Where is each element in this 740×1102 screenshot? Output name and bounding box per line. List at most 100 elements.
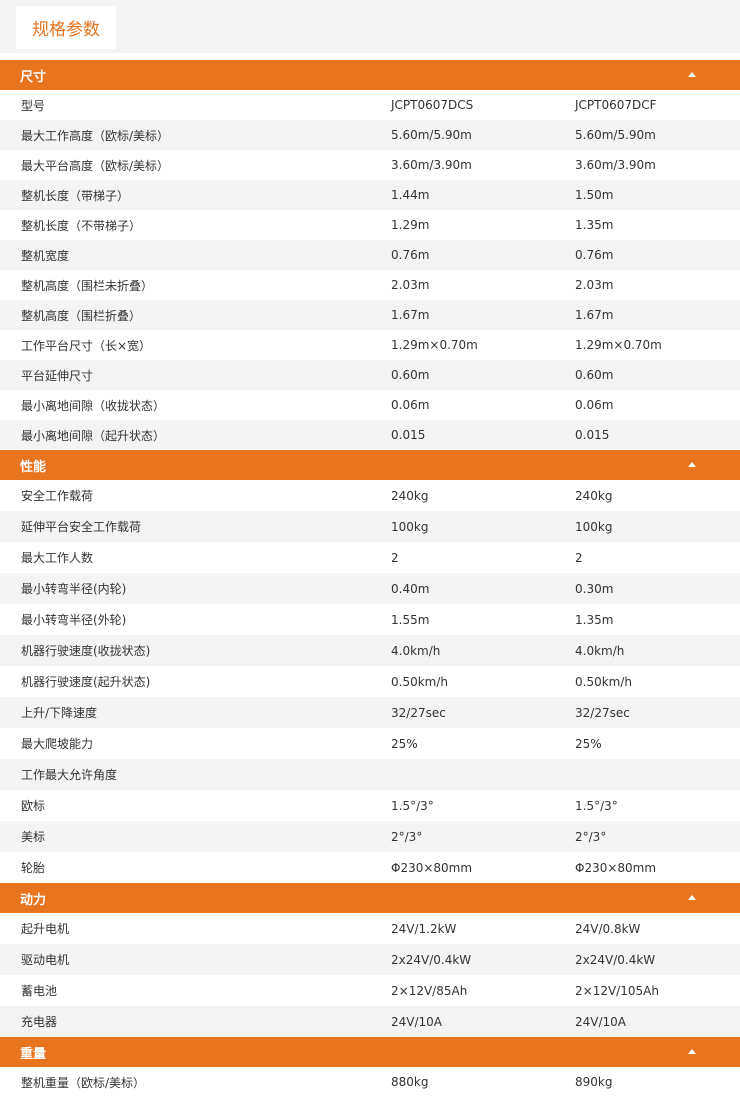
value-model-1: 2.03m bbox=[391, 278, 430, 292]
tab-bar: 规格参数 bbox=[0, 0, 740, 53]
param-label: 整机高度（围栏折叠） bbox=[21, 308, 142, 323]
param-label: 整机重量（欧标/美标） bbox=[21, 1075, 146, 1090]
value-model-1: 0.60m bbox=[391, 368, 430, 382]
section-performance: 性能 安全工作载荷 240kg 240kg 延伸平台安全工作载荷 100kg 100kg 最大… bbox=[0, 450, 740, 883]
value-model-1: 3.60m/3.90m bbox=[391, 158, 472, 172]
table-row: 驱动电机 2x24V/0.4kW 2x24V/0.4kW bbox=[0, 944, 740, 975]
value-model-2: 1.35m bbox=[575, 218, 614, 232]
value-model-1: 1.5°/3° bbox=[391, 798, 434, 813]
table-row: 工作平台尺寸（长×宽） 1.29m×0.70m 1.29m×0.70m bbox=[0, 330, 740, 360]
value-model-2: 1.29m×0.70m bbox=[575, 338, 662, 352]
value-model-1: Φ230×80mm bbox=[391, 860, 473, 875]
table-row: 最小转弯半径(外轮) 1.55m 1.35m bbox=[0, 604, 740, 635]
param-label: 整机高度（围栏未折叠） bbox=[21, 278, 154, 293]
section-title: 尺寸 bbox=[20, 69, 47, 85]
table-row: 最小转弯半径(内轮) 0.40m 0.30m bbox=[0, 573, 740, 604]
param-label: 最大平台高度（欧标/美标） bbox=[21, 158, 170, 173]
param-label: 欧标 bbox=[21, 799, 46, 813]
value-model-2: JCPT0607DCF bbox=[575, 98, 657, 112]
param-label: 机器行驶速度(收拢状态) bbox=[21, 644, 151, 658]
value-model-1: 25% bbox=[391, 736, 418, 751]
collapse-caret-icon[interactable] bbox=[688, 895, 696, 900]
param-label: 最小离地间隙（起升状态） bbox=[21, 428, 166, 443]
table-row: 最大平台高度（欧标/美标） 3.60m/3.90m 3.60m/3.90m bbox=[0, 150, 740, 180]
param-label: 最小转弯半径(内轮) bbox=[21, 582, 127, 596]
value-model-2: 25% bbox=[575, 736, 602, 751]
spec-table: 尺寸型号 JCPT0607DCS JCPT0607DCF 最大工作高度（欧标/美标） 5… bbox=[0, 60, 740, 1097]
value-model-1: 2 bbox=[391, 550, 399, 565]
param-label: 整机长度（不带梯子） bbox=[21, 218, 142, 233]
table-row: 整机长度（不带梯子） 1.29m 1.35m bbox=[0, 210, 740, 240]
value-model-2: 4.0km/h bbox=[575, 643, 625, 658]
param-label: 最大爬坡能力 bbox=[21, 737, 94, 751]
value-model-1: 2×12V/85Ah bbox=[391, 983, 468, 998]
table-row: 整机宽度 0.76m 0.76m bbox=[0, 240, 740, 270]
param-label: 工作平台尺寸（长×宽） bbox=[21, 338, 152, 353]
section-header[interactable]: 性能 bbox=[0, 450, 740, 480]
table-row: 整机重量（欧标/美标） 880kg 890kg bbox=[0, 1067, 740, 1097]
value-model-2: 2.03m bbox=[575, 278, 614, 292]
value-model-2: 3.60m/3.90m bbox=[575, 158, 656, 172]
value-model-1: 880kg bbox=[391, 1075, 429, 1089]
param-label: 机器行驶速度(起升状态) bbox=[21, 675, 151, 689]
param-label: 蓄电池 bbox=[21, 984, 58, 998]
param-label: 最大工作高度（欧标/美标） bbox=[21, 128, 170, 143]
table-row: 最大工作人数 2 2 bbox=[0, 542, 740, 573]
param-label: 美标 bbox=[21, 830, 46, 844]
section-header[interactable]: 动力 bbox=[0, 883, 740, 913]
value-model-1: 0.06m bbox=[391, 398, 430, 412]
section-title: 重量 bbox=[20, 1046, 47, 1062]
value-model-2: 1.50m bbox=[575, 188, 614, 202]
collapse-caret-icon[interactable] bbox=[688, 72, 696, 77]
table-row: 欧标 1.5°/3° 1.5°/3° bbox=[0, 790, 740, 821]
value-model-1: 1.44m bbox=[391, 188, 430, 202]
value-model-2: 0.60m bbox=[575, 368, 614, 382]
tab-specifications[interactable]: 规格参数 bbox=[16, 6, 116, 49]
table-row: 美标 2°/3° 2°/3° bbox=[0, 821, 740, 852]
value-model-2: 2°/3° bbox=[575, 829, 607, 844]
value-model-1: 24V/10A bbox=[391, 1014, 442, 1029]
param-label: 起升电机 bbox=[21, 922, 70, 936]
value-model-1: 2°/3° bbox=[391, 829, 423, 844]
section-dimensions: 尺寸型号 JCPT0607DCS JCPT0607DCF 最大工作高度（欧标/美标） 5… bbox=[0, 60, 740, 450]
value-model-2: 2×12V/105Ah bbox=[575, 983, 659, 998]
value-model-2: 5.60m/5.90m bbox=[575, 128, 656, 142]
section-power: 动力起升电机 24V/1.2kW 24V/0.8kW 驱动电机 2x24V/0.4kW 2… bbox=[0, 883, 740, 1037]
value-model-1: 5.60m/5.90m bbox=[391, 128, 472, 142]
table-row: 机器行驶速度(起升状态) 0.50km/h 0.50km/h bbox=[0, 666, 740, 697]
value-model-2: 0.50km/h bbox=[575, 674, 633, 689]
value-model-1: 1.29m bbox=[391, 218, 430, 232]
value-model-1: 1.67m bbox=[391, 308, 430, 322]
value-model-1: 2x24V/0.4kW bbox=[391, 952, 472, 967]
value-model-1: JCPT0607DCS bbox=[391, 98, 474, 112]
param-label: 安全工作载荷 bbox=[21, 489, 94, 503]
table-row: 整机长度（带梯子） 1.44m 1.50m bbox=[0, 180, 740, 210]
value-model-2: 1.35m bbox=[575, 612, 614, 627]
table-row: 整机高度（围栏折叠） 1.67m 1.67m bbox=[0, 300, 740, 330]
param-label: 工作最大允许角度 bbox=[21, 768, 118, 782]
param-label: 型号 bbox=[21, 98, 46, 113]
value-model-2: 32/27sec bbox=[575, 705, 630, 720]
param-label: 驱动电机 bbox=[21, 953, 70, 967]
value-model-1: 1.29m×0.70m bbox=[391, 338, 478, 352]
value-model-1: 24V/1.2kW bbox=[391, 921, 457, 936]
param-label: 轮胎 bbox=[21, 861, 46, 875]
param-label: 充电器 bbox=[21, 1015, 58, 1029]
collapse-caret-icon[interactable] bbox=[688, 1049, 696, 1054]
section-header[interactable]: 尺寸 bbox=[0, 60, 740, 90]
value-model-2: 2 bbox=[575, 550, 583, 565]
value-model-2: 0.76m bbox=[575, 248, 614, 262]
value-model-2: Φ230×80mm bbox=[575, 860, 657, 875]
value-model-1: 0.40m bbox=[391, 581, 430, 596]
param-label: 最大工作人数 bbox=[21, 551, 94, 565]
value-model-2: 1.5°/3° bbox=[575, 798, 618, 813]
param-label: 延伸平台安全工作载荷 bbox=[21, 520, 142, 534]
param-label: 最小离地间隙（收拢状态） bbox=[21, 398, 166, 413]
param-label: 最小转弯半径(外轮) bbox=[21, 613, 127, 627]
value-model-1: 0.015 bbox=[391, 428, 426, 442]
collapse-caret-icon[interactable] bbox=[688, 462, 696, 467]
value-model-2: 24V/0.8kW bbox=[575, 921, 641, 936]
section-header[interactable]: 重量 bbox=[0, 1037, 740, 1067]
value-model-1: 1.55m bbox=[391, 612, 430, 627]
table-row: 蓄电池 2×12V/85Ah 2×12V/105Ah bbox=[0, 975, 740, 1006]
